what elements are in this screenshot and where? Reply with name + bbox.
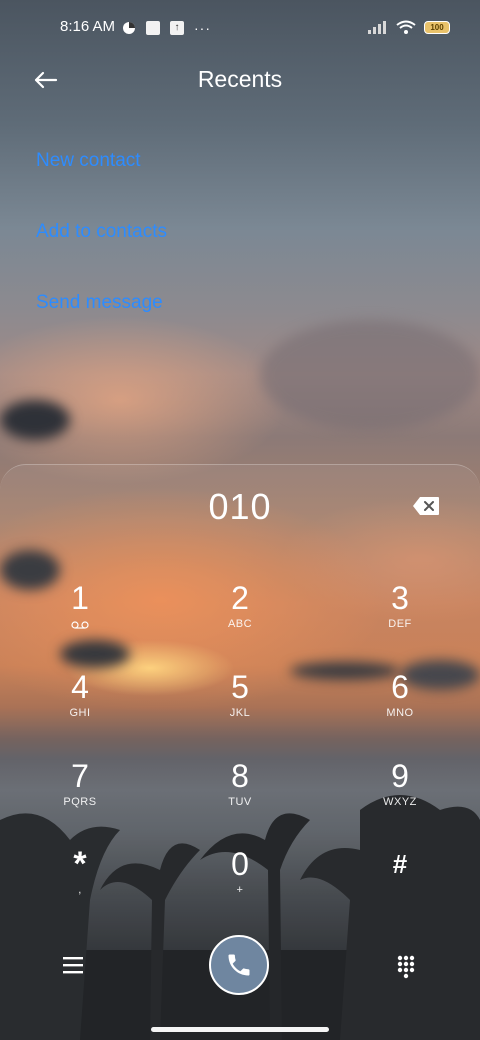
- voicemail-icon: [71, 621, 89, 629]
- key-7[interactable]: 7 PQRS: [30, 758, 130, 838]
- key-4[interactable]: 4 GHI: [30, 669, 130, 749]
- status-time: 8:16 AM: [60, 18, 116, 35]
- key-1[interactable]: 1: [30, 580, 130, 660]
- key-9[interactable]: 9 WXYZ: [350, 758, 450, 838]
- signal-icon: [368, 21, 386, 34]
- home-indicator[interactable]: [151, 1027, 329, 1032]
- cloud: [0, 400, 70, 440]
- key-0[interactable]: 0 +: [190, 846, 290, 926]
- key-star[interactable]: * ,: [30, 846, 130, 926]
- cloud: [260, 320, 480, 430]
- status-bar: 8:16 AM ↑ ··· 100: [0, 14, 480, 42]
- backspace-icon[interactable]: [412, 496, 440, 516]
- dialed-number: 010: [208, 486, 272, 527]
- key-2[interactable]: 2 ABC: [190, 580, 290, 660]
- image-notification-icon: [146, 21, 160, 35]
- wifi-icon: [396, 20, 416, 34]
- page-title: Recents: [197, 66, 283, 92]
- menu-icon[interactable]: [62, 954, 84, 976]
- key-3[interactable]: 3 DEF: [350, 580, 450, 660]
- battery-icon: 100: [424, 20, 450, 34]
- new-contact-link[interactable]: New contact: [36, 150, 141, 172]
- key-hash[interactable]: #: [350, 846, 450, 926]
- send-message-link[interactable]: Send message: [36, 292, 163, 314]
- phone-icon: [228, 954, 250, 976]
- upload-notification-icon: ↑: [170, 21, 184, 35]
- key-8[interactable]: 8 TUV: [190, 758, 290, 838]
- add-to-contacts-link[interactable]: Add to contacts: [36, 221, 167, 243]
- app-notification-icon: [123, 22, 135, 34]
- more-dots-icon: ···: [194, 20, 211, 36]
- dialpad-toggle-icon[interactable]: [396, 955, 416, 979]
- key-5[interactable]: 5 JKL: [190, 669, 290, 749]
- call-button[interactable]: [209, 935, 269, 995]
- key-6[interactable]: 6 MNO: [350, 669, 450, 749]
